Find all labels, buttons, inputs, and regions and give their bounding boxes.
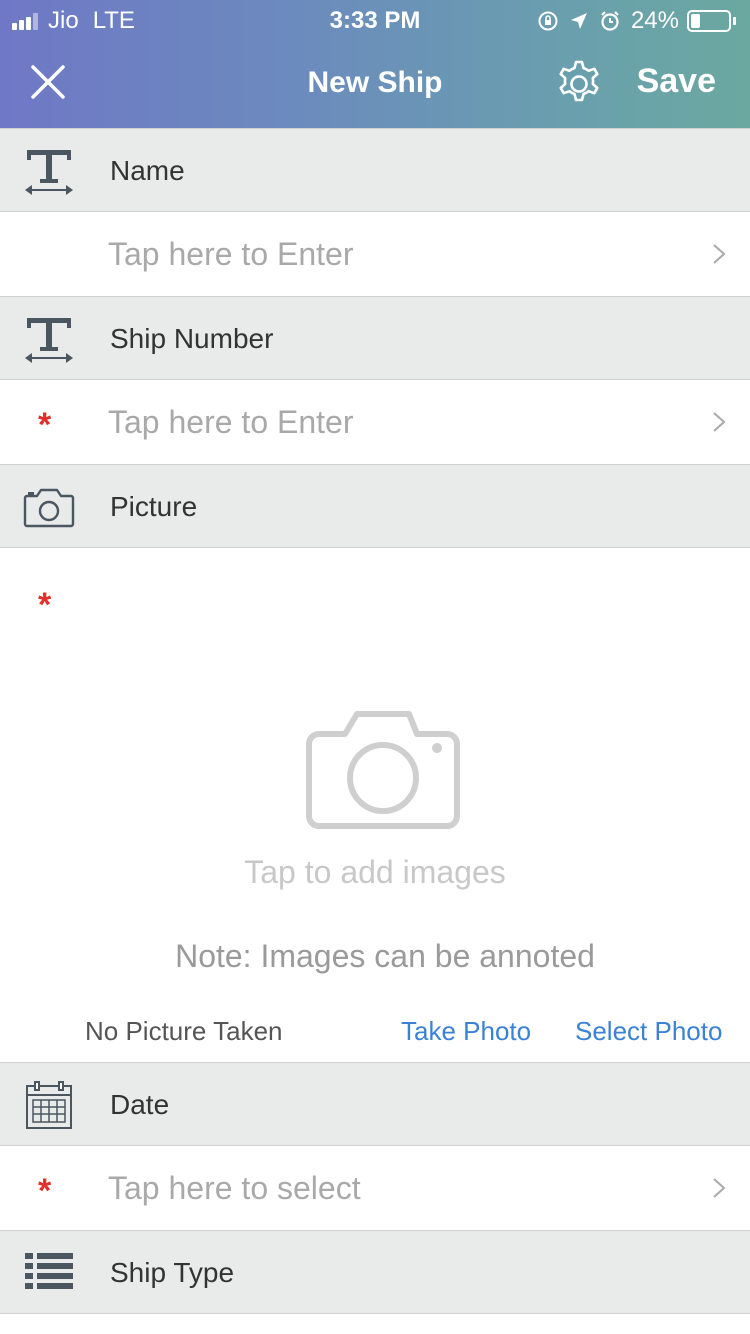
camera-icon xyxy=(22,481,76,533)
name-input-row[interactable]: Tap here to Enter xyxy=(0,212,750,296)
ship-number-input-row[interactable]: * Tap here to Enter xyxy=(0,380,750,464)
required-marker: * xyxy=(38,406,52,444)
status-bar: Jio LTE 3:33 PM 24% xyxy=(0,0,750,40)
alarm-icon xyxy=(599,10,621,32)
nav-bar: New Ship Save xyxy=(0,40,750,128)
list-icon xyxy=(22,1247,76,1299)
battery-icon xyxy=(687,10,736,32)
section-label-ship-type: Ship Type xyxy=(110,1257,235,1288)
section-label-ship-number: Ship Number xyxy=(110,323,274,354)
date-input-row[interactable]: * Tap here to select xyxy=(0,1146,750,1230)
text-field-icon xyxy=(22,313,76,365)
calendar-icon xyxy=(22,1079,76,1131)
section-label-date: Date xyxy=(110,1089,170,1120)
select-photo-button[interactable]: Select Photo xyxy=(575,1016,722,1047)
section-date-header: Date xyxy=(0,1062,750,1146)
add-image-camera-icon[interactable] xyxy=(305,708,461,832)
section-label-name: Name xyxy=(110,155,185,186)
chevron-right-icon xyxy=(713,1178,726,1198)
tap-to-add-images[interactable]: Tap to add images xyxy=(0,854,750,891)
app-header: Jio LTE 3:33 PM 24% New Ship Save xyxy=(0,0,750,128)
section-name-header: Name xyxy=(0,128,750,212)
name-placeholder: Tap here to Enter xyxy=(108,236,354,272)
take-photo-button[interactable]: Take Photo xyxy=(401,1016,531,1047)
required-marker: * xyxy=(38,1172,52,1210)
status-right: 24% xyxy=(537,7,736,35)
section-label-picture: Picture xyxy=(110,491,198,522)
image-note: Note: Images can be annoted xyxy=(175,938,595,974)
chevron-right-icon xyxy=(713,412,726,432)
section-ship-number-header: Ship Number xyxy=(0,296,750,380)
orientation-lock-icon xyxy=(537,10,559,32)
picture-area: * Tap to add images Note: Images can be … xyxy=(0,548,750,1062)
ship-number-placeholder: Tap here to Enter xyxy=(108,404,354,440)
gear-icon[interactable] xyxy=(553,58,605,110)
section-picture-header: Picture xyxy=(0,464,750,548)
date-placeholder: Tap here to select xyxy=(108,1170,361,1206)
picture-status: No Picture Taken xyxy=(85,1016,283,1046)
battery-percent: 24% xyxy=(630,7,679,34)
chevron-right-icon xyxy=(713,244,726,264)
section-ship-type-header: Ship Type xyxy=(0,1230,750,1314)
save-button[interactable]: Save xyxy=(637,62,716,101)
text-field-icon xyxy=(22,145,76,197)
location-icon xyxy=(569,11,589,31)
required-marker: * xyxy=(38,586,52,624)
